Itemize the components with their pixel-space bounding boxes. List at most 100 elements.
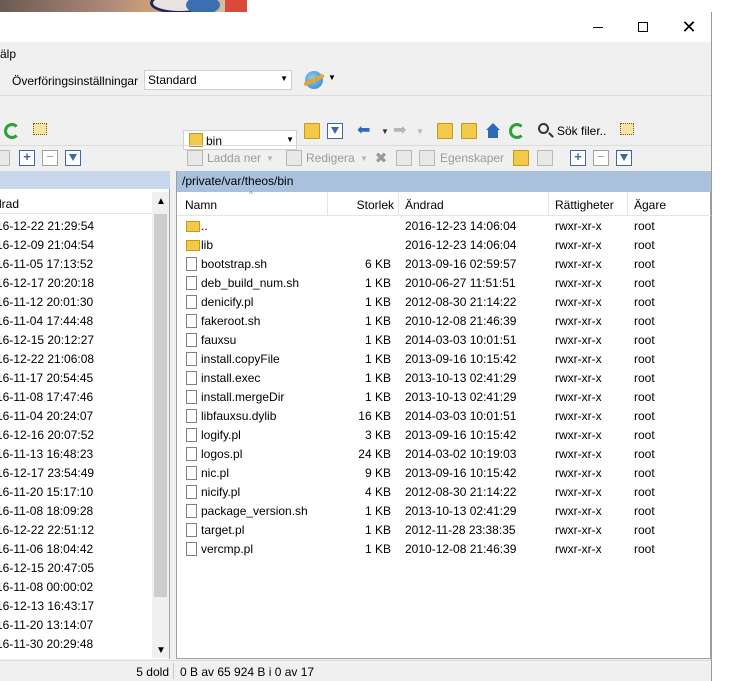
download-icon[interactable]	[187, 150, 203, 166]
remote-file-row[interactable]: package_version.sh 1 KB 2013-10-13 02:41:2…	[177, 502, 711, 521]
local-file-row[interactable]: 16-12-17 23:54:49	[0, 464, 152, 483]
scroll-thumb[interactable]	[154, 214, 167, 597]
refresh-icon[interactable]	[509, 123, 525, 139]
minus-icon[interactable]: −	[593, 150, 609, 166]
left-new-icon[interactable]	[0, 150, 10, 166]
edit-dropdown-icon[interactable]: ▼	[360, 154, 368, 163]
back-arrow-icon[interactable]: ⬅	[357, 122, 373, 138]
local-file-row[interactable]: 16-11-12 20:01:30	[0, 293, 152, 312]
local-scrollbar[interactable]: ▲ ▼	[152, 192, 169, 658]
properties-icon[interactable]	[419, 150, 435, 166]
back-dropdown-icon[interactable]: ▼	[381, 127, 389, 136]
rename-icon[interactable]	[396, 150, 412, 166]
local-file-row[interactable]: 16-12-15 20:12:27	[0, 331, 152, 350]
remote-path-combo[interactable]: bin ▼	[183, 130, 297, 150]
forward-dropdown-icon[interactable]: ▼	[416, 127, 424, 136]
home-icon[interactable]	[485, 123, 501, 139]
local-file-changed: 16-11-04 17:44:48	[0, 314, 94, 328]
maximize-button[interactable]	[620, 12, 666, 42]
remote-file-row[interactable]: install.copyFile 1 KB 2013-09-16 10:15:42 r…	[177, 350, 711, 369]
remote-file-row[interactable]: fakeroot.sh 1 KB 2010-12-08 21:46:39 rwxr-x…	[177, 312, 711, 331]
download-dropdown-icon[interactable]: ▼	[266, 154, 274, 163]
local-file-row[interactable]: 16-12-17 20:20:18	[0, 274, 152, 293]
remote-file-row[interactable]: lib 2016-12-23 14:06:04 rwxr-xr-x root	[177, 236, 711, 255]
left-filter-dir-icon[interactable]	[33, 123, 47, 135]
scroll-up-icon[interactable]: ▲	[156, 196, 166, 207]
forward-arrow-icon[interactable]: ➡	[393, 122, 409, 138]
transfer-preset-select[interactable]: Standard ▼	[144, 70, 292, 90]
local-file-row[interactable]: 16-11-05 17:13:52	[0, 255, 152, 274]
local-file-row[interactable]: 16-12-22 21:06:08	[0, 350, 152, 369]
remote-file-row[interactable]: nicify.pl 4 KB 2012-08-30 21:14:22 rwxr-xr-…	[177, 483, 711, 502]
left-refresh-icon[interactable]	[4, 123, 20, 139]
remote-file-row[interactable]: install.mergeDir 1 KB 2013-10-13 02:41:29 r…	[177, 388, 711, 407]
minimize-button[interactable]	[575, 12, 621, 42]
remote-file-row[interactable]: fauxsu 1 KB 2014-03-03 10:01:51 rwxr-xr-x ro…	[177, 331, 711, 350]
remote-file-row[interactable]: logify.pl 3 KB 2013-09-16 10:15:42 rwxr-xr-…	[177, 426, 711, 445]
local-file-row[interactable]: 16-11-13 16:48:23	[0, 445, 152, 464]
menu-help[interactable]: älp	[0, 47, 16, 61]
remote-file-row[interactable]: denicify.pl 1 KB 2012-08-30 21:14:22 rwxr-x…	[177, 293, 711, 312]
column-changed[interactable]: Ändrad	[399, 192, 549, 216]
search-icon[interactable]	[538, 123, 549, 134]
local-file-row[interactable]: 16-11-04 17:44:48	[0, 312, 152, 331]
local-file-row[interactable]: 16-11-08 18:09:28	[0, 502, 152, 521]
new-file-icon[interactable]	[537, 150, 553, 166]
column-size[interactable]: Storlek	[328, 192, 399, 216]
remote-file-row[interactable]: logos.pl 24 KB 2014-03-02 10:19:03 rwxr-xr-…	[177, 445, 711, 464]
local-column-changed-label: drad	[0, 197, 20, 211]
remote-file-row[interactable]: vercmp.pl 1 KB 2010-12-08 21:46:39 rwxr-xr-…	[177, 540, 711, 559]
file-size: 1 KB	[364, 390, 391, 404]
local-file-row[interactable]: 16-11-20 13:14:07	[0, 616, 152, 635]
left-filter-icon[interactable]	[65, 150, 81, 166]
edit-button[interactable]: Redigera	[306, 151, 355, 165]
chevron-down-icon[interactable]: ▼	[328, 73, 336, 82]
remote-file-row[interactable]: deb_build_num.sh 1 KB 2010-06-27 11:51:51 r…	[177, 274, 711, 293]
local-file-row[interactable]: 16-12-22 22:51:12	[0, 521, 152, 540]
properties-button[interactable]: Egenskaper	[440, 151, 504, 165]
local-file-row[interactable]: 16-11-04 20:24:07	[0, 407, 152, 426]
remote-file-row[interactable]: .. 2016-12-23 14:06:04 rwxr-xr-x root	[177, 217, 711, 236]
remote-file-row[interactable]: install.exec 1 KB 2013-10-13 02:41:29 rwxr-…	[177, 369, 711, 388]
file-size: 4 KB	[364, 485, 391, 499]
new-folder-icon[interactable]	[513, 150, 529, 166]
edit-icon[interactable]	[286, 150, 302, 166]
local-file-row[interactable]: 16-11-17 20:54:45	[0, 369, 152, 388]
remote-file-row[interactable]: nic.pl 9 KB 2013-09-16 10:15:42 rwxr-xr-x ro…	[177, 464, 711, 483]
parent-dir-icon[interactable]	[437, 123, 453, 139]
column-name[interactable]: Namn	[177, 192, 328, 216]
filter-icon[interactable]	[327, 123, 343, 139]
open-folder-icon[interactable]	[304, 123, 320, 139]
filter-dir-icon[interactable]	[620, 123, 634, 135]
minimize-icon	[593, 26, 603, 28]
local-file-row[interactable]: 16-11-08 00:00:02	[0, 578, 152, 597]
transfer-settings-globe-icon[interactable]	[305, 71, 323, 89]
column-owner[interactable]: Ägare	[628, 192, 711, 216]
local-file-row[interactable]: 16-11-30 20:29:48	[0, 635, 152, 654]
scroll-down-icon[interactable]: ▼	[156, 645, 166, 656]
file-size: 1 KB	[364, 333, 391, 347]
left-minus-icon[interactable]: −	[42, 150, 58, 166]
remote-file-row[interactable]: bootstrap.sh 6 KB 2013-09-16 02:59:57 rwxr-…	[177, 255, 711, 274]
local-file-row[interactable]: 16-12-16 20:07:52	[0, 426, 152, 445]
delete-icon[interactable]: ✖	[373, 150, 389, 166]
local-file-row[interactable]: 16-11-06 18:04:42	[0, 540, 152, 559]
remote-file-row[interactable]: target.pl 1 KB 2012-11-28 23:38:35 rwxr-xr-…	[177, 521, 711, 540]
local-file-row[interactable]: 16-12-09 21:04:54	[0, 236, 152, 255]
local-column-changed[interactable]: drad	[0, 192, 152, 214]
local-file-row[interactable]: 16-11-08 17:47:46	[0, 388, 152, 407]
local-file-row[interactable]: 16-12-13 16:43:17	[0, 597, 152, 616]
local-file-row[interactable]: 16-11-20 15:17:10	[0, 483, 152, 502]
column-rights[interactable]: Rättigheter	[549, 192, 628, 216]
local-file-row[interactable]: 16-12-22 21:29:54	[0, 217, 152, 236]
find-files-button[interactable]: Sök filer..	[557, 124, 606, 138]
close-button[interactable]: ✕	[666, 12, 711, 42]
local-status: 5 dold	[136, 665, 169, 679]
download-button[interactable]: Ladda ner	[207, 151, 261, 165]
filter-mask-icon[interactable]	[616, 150, 632, 166]
root-dir-icon[interactable]	[461, 123, 477, 139]
local-file-row[interactable]: 16-12-15 20:47:05	[0, 559, 152, 578]
plus-icon[interactable]: +	[570, 150, 586, 166]
left-plus-icon[interactable]: +	[19, 150, 35, 166]
remote-file-row[interactable]: libfauxsu.dylib 16 KB 2014-03-03 10:01:51 r…	[177, 407, 711, 426]
